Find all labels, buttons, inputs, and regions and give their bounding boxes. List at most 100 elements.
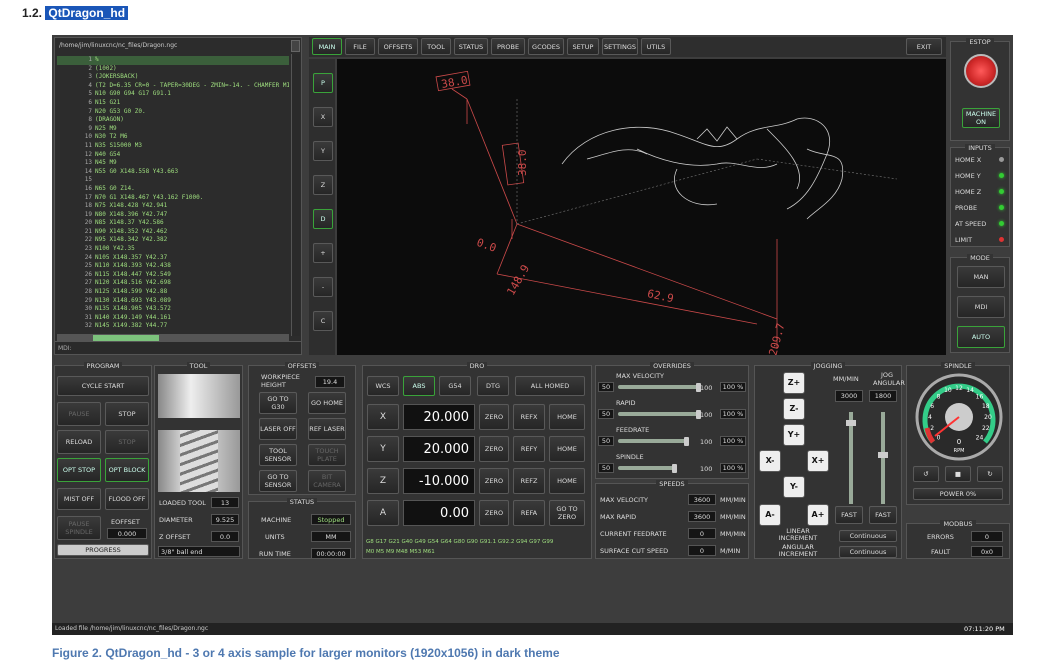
tab-offsets[interactable]: OFFSETS bbox=[378, 38, 418, 55]
tab-setup[interactable]: SETUP bbox=[567, 38, 599, 55]
tab-status[interactable]: STATUS bbox=[454, 38, 488, 55]
mode-mdi-button[interactable]: MDI bbox=[957, 296, 1005, 318]
tool-panel: TOOL LOADED TOOL 13 DIAMETER 9.525 Z OFF… bbox=[154, 362, 243, 559]
axis-y-label[interactable]: Y bbox=[367, 436, 399, 462]
bit-camera-button[interactable]: BIT CAMERA bbox=[308, 470, 346, 492]
go-home-button[interactable]: GO HOME bbox=[308, 392, 346, 414]
mode-man-button[interactable]: MAN bbox=[957, 266, 1005, 288]
spindle-stop-button[interactable]: ■ bbox=[945, 466, 971, 482]
dtg-button[interactable]: DTG bbox=[477, 376, 509, 396]
gcode-line-number: 3 bbox=[88, 73, 92, 81]
speed-value: 3600 bbox=[688, 494, 716, 505]
pause-button[interactable]: PAUSE bbox=[57, 402, 101, 426]
mdi-bar[interactable]: MDI: bbox=[54, 341, 302, 355]
wcs-button[interactable]: WCS bbox=[367, 376, 399, 396]
gcode-scrollbar[interactable] bbox=[291, 54, 300, 336]
flood-button[interactable]: FLOOD OFF bbox=[105, 488, 149, 510]
linear-increment-select[interactable]: Continuous bbox=[839, 530, 897, 542]
tool-description: 3/8" ball end bbox=[158, 546, 240, 557]
gcode-preview[interactable]: 38.0 38.0 0.0 148.9 62.9 209.7 bbox=[337, 59, 946, 355]
gcode-line-text: N70 G1 X148.467 Y43.162 F1000. bbox=[95, 193, 204, 201]
override-slider[interactable] bbox=[618, 385, 698, 389]
gcode-line: 8 (DRAGON) bbox=[57, 116, 289, 125]
zero-x-button[interactable]: ZERO bbox=[479, 404, 509, 430]
tab-settings[interactable]: SETTINGS bbox=[602, 38, 638, 55]
tab-file[interactable]: FILE bbox=[345, 38, 375, 55]
angular-jog-slider[interactable] bbox=[878, 412, 888, 504]
view-button-3[interactable]: Z bbox=[313, 175, 333, 195]
tab-probe[interactable]: PROBE bbox=[491, 38, 525, 55]
goto-g30-button[interactable]: GO TO G30 bbox=[259, 392, 297, 414]
stop-dim-button[interactable]: STOP bbox=[105, 430, 149, 454]
jog-ym-button[interactable]: Y- bbox=[783, 476, 805, 498]
home-x-button[interactable]: HOME bbox=[549, 404, 585, 430]
mode-auto-button[interactable]: AUTO bbox=[957, 326, 1005, 348]
jog-xp-button[interactable]: X+ bbox=[807, 450, 829, 472]
goto-sensor-button[interactable]: GO TO SENSOR bbox=[259, 470, 297, 492]
opt-block-button[interactable]: OPT BLOCK bbox=[105, 458, 149, 482]
axis-x-label[interactable]: X bbox=[367, 404, 399, 430]
jog-zm-button[interactable]: Z- bbox=[783, 398, 805, 420]
view-button-2[interactable]: Y bbox=[313, 141, 333, 161]
file-scroll-button[interactable] bbox=[291, 40, 300, 52]
mist-button[interactable]: MIST OFF bbox=[57, 488, 101, 510]
jog-ap-button[interactable]: A+ bbox=[807, 504, 829, 526]
stop-button[interactable]: STOP bbox=[105, 402, 149, 426]
zero-y-button[interactable]: ZERO bbox=[479, 436, 509, 462]
ref-a-button[interactable]: REFA bbox=[513, 500, 545, 526]
ref-y-button[interactable]: REFY bbox=[513, 436, 545, 462]
linear-jog-slider[interactable] bbox=[846, 412, 856, 504]
override-slider[interactable] bbox=[618, 412, 698, 416]
cycle-start-button[interactable]: CYCLE START bbox=[57, 376, 149, 396]
opt-stop-button[interactable]: OPT STOP bbox=[57, 458, 101, 482]
reload-button[interactable]: RELOAD bbox=[57, 430, 101, 454]
estop-button[interactable] bbox=[964, 54, 998, 88]
ref-x-button[interactable]: REFX bbox=[513, 404, 545, 430]
gcode-line-number: 19 bbox=[84, 210, 92, 218]
g54-button[interactable]: G54 bbox=[439, 376, 471, 396]
jog-am-button[interactable]: A- bbox=[759, 504, 781, 526]
view-button-4[interactable]: D bbox=[313, 209, 333, 229]
fast-angular-button[interactable]: FAST bbox=[869, 506, 897, 524]
axis-z-label[interactable]: Z bbox=[367, 468, 399, 494]
jog-yp-button[interactable]: Y+ bbox=[783, 424, 805, 446]
zero-a-button[interactable]: ZERO bbox=[479, 500, 509, 526]
abs-button[interactable]: ABS bbox=[403, 376, 435, 396]
all-homed-button[interactable]: ALL HOMED bbox=[515, 376, 585, 396]
gcode-list[interactable]: 1% 2 (1002) 3 (JOKERSBACK) 4 (T2 D=6.35 CR=0 -… bbox=[57, 56, 289, 346]
view-button-1[interactable]: X bbox=[313, 107, 333, 127]
override-slider-knob[interactable] bbox=[672, 464, 677, 473]
axis-a-label[interactable]: A bbox=[367, 500, 399, 526]
override-slider[interactable] bbox=[618, 466, 674, 470]
tab-gcodes[interactable]: GCODES bbox=[528, 38, 564, 55]
home-a-button[interactable]: GO TO ZERO bbox=[549, 500, 585, 526]
override-slider[interactable] bbox=[618, 439, 686, 443]
tab-utils[interactable]: UTILS bbox=[641, 38, 671, 55]
spindle-reverse-button[interactable]: ↺ bbox=[913, 466, 939, 482]
touch-plate-button[interactable]: TOUCH PLATE bbox=[308, 444, 346, 466]
ref-laser-button[interactable]: REF LASER bbox=[308, 418, 346, 440]
home-z-button[interactable]: HOME bbox=[549, 468, 585, 494]
view-button-6[interactable]: - bbox=[313, 277, 333, 297]
view-button-5[interactable]: + bbox=[313, 243, 333, 263]
jog-zp-button[interactable]: Z+ bbox=[783, 372, 805, 394]
tab-main[interactable]: MAIN bbox=[312, 38, 342, 55]
ref-z-button[interactable]: REFZ bbox=[513, 468, 545, 494]
gcode-line-number: 10 bbox=[84, 133, 92, 141]
pause-spindle-button[interactable]: PAUSE SPINDLE bbox=[57, 516, 101, 540]
exit-button[interactable]: EXIT bbox=[906, 38, 942, 55]
gcode-line-number: 20 bbox=[84, 219, 92, 227]
zero-z-button[interactable]: ZERO bbox=[479, 468, 509, 494]
angular-increment-select[interactable]: Continuous bbox=[839, 546, 897, 558]
home-y-button[interactable]: HOME bbox=[549, 436, 585, 462]
tool-sensor-button[interactable]: TOOL SENSOR bbox=[259, 444, 297, 466]
view-button-7[interactable]: C bbox=[313, 311, 333, 331]
fast-linear-button[interactable]: FAST bbox=[835, 506, 863, 524]
jog-xm-button[interactable]: X- bbox=[759, 450, 781, 472]
override-slider-knob[interactable] bbox=[684, 437, 689, 446]
machine-on-button[interactable]: MACHINE ON bbox=[962, 108, 1000, 128]
view-button-0[interactable]: P bbox=[313, 73, 333, 93]
spindle-forward-button[interactable]: ↻ bbox=[977, 466, 1003, 482]
tab-tool[interactable]: TOOL bbox=[421, 38, 451, 55]
laser-off-button[interactable]: LASER OFF bbox=[259, 418, 297, 440]
